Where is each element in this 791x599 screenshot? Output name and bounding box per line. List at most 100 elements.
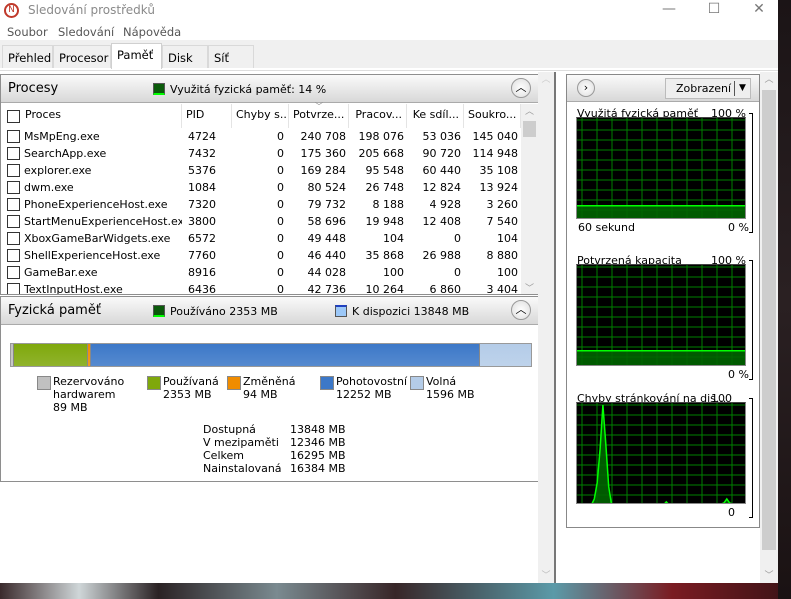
process-checkbox[interactable] (7, 283, 20, 294)
graphs-box: › Zobrazení ▼ Využitá fyzická paměť 100 %… (566, 74, 760, 528)
stat-label: Nainstalovaná (203, 462, 282, 475)
collapse-physical-button[interactable]: ︿ (511, 300, 531, 320)
table-row[interactable]: TextInputHost.exe 6436 0 42 736 10 264 6 860 3… (1, 281, 519, 294)
process-checkbox[interactable] (7, 181, 20, 194)
graph-0 (576, 117, 746, 219)
table-row[interactable]: ShellExperienceHost.exe 7760 0 46 440 35 868… (1, 247, 519, 264)
scroll-up-arrow[interactable]: ︿ (538, 72, 554, 85)
cell-1: 1084 (188, 181, 216, 194)
cell-3: 46 440 (307, 249, 347, 262)
column-soukrome[interactable]: Soukro... (464, 104, 521, 128)
tab-prehled[interactable]: Přehled (2, 45, 53, 68)
cell-0: SearchApp.exe (24, 147, 107, 160)
stat-label: Celkem (203, 449, 244, 462)
cell-0: MsMpEng.exe (24, 130, 100, 143)
graph-min: 0 (728, 506, 735, 519)
maximize-button[interactable]: ☐ (691, 0, 737, 20)
process-checkbox[interactable] (7, 215, 20, 228)
column-proces[interactable]: Proces (21, 104, 182, 128)
used-text: Používáno 2353 MB (170, 305, 278, 318)
legend-text: 12252 MB (336, 388, 392, 401)
process-checkbox[interactable] (7, 266, 20, 279)
select-all-checkbox[interactable] (7, 110, 20, 123)
legend-text: 1596 MB (426, 388, 475, 401)
tab-procesor[interactable]: Procesor (53, 45, 111, 68)
cell-5: 0 (454, 232, 461, 245)
collapse-processes-button[interactable]: ︿ (511, 78, 531, 98)
graph-min: 0 % (728, 368, 749, 381)
graphs-header: › Zobrazení ▼ (567, 75, 759, 102)
process-list-scrollbar[interactable]: ︿ ﹀ (521, 104, 538, 294)
process-checkbox[interactable] (7, 147, 20, 160)
process-checkbox[interactable] (7, 249, 20, 262)
legend-swatch (147, 376, 161, 390)
physical-usage-indicator: Využitá fyzická paměť: 14 % (153, 83, 326, 96)
menu-napoveda[interactable]: Nápověda (123, 25, 181, 39)
cell-6: 100 (497, 266, 518, 279)
cell-3: 42 736 (307, 283, 347, 294)
processes-title: Procesy (8, 81, 59, 96)
table-row[interactable]: XboxGameBarWidgets.exe 6572 0 49 448 104 0 104 (1, 230, 519, 247)
legend-text: 2353 MB (163, 388, 212, 401)
cell-0: PhoneExperienceHost.exe (24, 198, 168, 211)
scroll-down-arrow[interactable]: ﹀ (760, 568, 778, 581)
table-row[interactable]: StartMenuExperienceHost.exe 3800 0 58 696 19… (1, 213, 519, 230)
table-row[interactable]: MsMpEng.exe 4724 0 240 708 198 076 53 036 145 … (1, 128, 519, 145)
right-pane-scrollbar[interactable]: ︿ ﹀ (760, 72, 778, 583)
cell-3: 44 028 (307, 266, 347, 279)
resource-monitor-window: N Sledování prostředků — ☐ ✕ Soubor Sled… (0, 0, 778, 583)
menu-sledovani[interactable]: Sledování (58, 25, 114, 39)
process-checkbox[interactable] (7, 164, 20, 177)
column-ke-sdileni[interactable]: Ke sdíl... (407, 104, 464, 128)
table-row[interactable]: GameBar.exe 8916 0 44 028 100 0 100 (1, 264, 519, 281)
table-row[interactable]: explorer.exe 5376 0 169 284 95 548 60 440 35 1… (1, 162, 519, 179)
column-chyby[interactable]: Chyby s... (232, 104, 289, 128)
tab-sit[interactable]: Síť (208, 45, 254, 68)
process-checkbox[interactable] (7, 198, 20, 211)
graph-bg (577, 118, 745, 218)
table-row[interactable]: SearchApp.exe 7432 0 175 360 205 668 90 720 11… (1, 145, 519, 162)
scale-bracket (749, 398, 753, 518)
menu-soubor[interactable]: Soubor (7, 25, 48, 39)
minimize-button[interactable]: — (646, 0, 692, 20)
view-button[interactable]: Zobrazení ▼ (665, 78, 751, 99)
scroll-up-arrow[interactable]: ︿ (760, 72, 778, 85)
column-pid[interactable]: PID (182, 104, 232, 128)
cell-6: 145 040 (472, 130, 519, 143)
cell-5: 12 824 (422, 181, 462, 194)
available-swatch (335, 305, 347, 317)
graph-2 (576, 402, 746, 504)
table-row[interactable]: PhoneExperienceHost.exe 7320 0 79 732 8 188 4… (1, 196, 519, 213)
cell-6: 3 260 (486, 198, 519, 211)
column-pracovni[interactable]: Pracov... (349, 104, 407, 128)
cell-1: 7432 (188, 147, 216, 160)
scroll-down-arrow[interactable]: ﹀ (538, 568, 554, 581)
physical-usage-text: Využitá fyzická paměť: 14 % (170, 83, 327, 96)
process-checkbox[interactable] (7, 232, 20, 245)
tab-pamet[interactable]: Paměť (111, 43, 162, 69)
cell-1: 7320 (188, 198, 216, 211)
cell-4: 205 668 (358, 147, 405, 160)
dropdown-arrow-icon: ▼ (734, 81, 750, 96)
scroll-up-arrow[interactable]: ︿ (521, 104, 538, 117)
expand-pane-button[interactable]: › (577, 79, 595, 97)
left-pane-scrollbar[interactable]: ︿ ﹀ (538, 72, 554, 583)
window-title: Sledování prostředků (28, 3, 155, 17)
cell-1: 3800 (188, 215, 216, 228)
memory-stats: Dostupná 13848 MB V mezipaměti 12346 MB Celk… (203, 423, 403, 475)
graph-area (577, 205, 745, 218)
cell-5: 60 440 (422, 164, 462, 177)
scroll-thumb[interactable] (523, 121, 536, 137)
table-row[interactable]: dwm.exe 1084 0 80 524 26 748 12 824 13 924 (1, 179, 519, 196)
physical-memory-header[interactable]: Fyzická paměť Používáno 2353 MB K dispoz… (1, 297, 538, 325)
scroll-down-arrow[interactable]: ﹀ (521, 281, 538, 294)
processes-header[interactable]: Procesy Využitá fyzická paměť: 14 % ︿ (1, 75, 538, 103)
cell-1: 6436 (188, 283, 216, 294)
scale-bracket (749, 260, 753, 380)
close-button[interactable]: ✕ (736, 0, 782, 20)
bar-segment-4 (480, 344, 531, 366)
cell-0: explorer.exe (24, 164, 92, 177)
process-checkbox[interactable] (7, 130, 20, 143)
scroll-thumb[interactable] (762, 90, 776, 550)
tab-disk[interactable]: Disk (162, 45, 208, 68)
